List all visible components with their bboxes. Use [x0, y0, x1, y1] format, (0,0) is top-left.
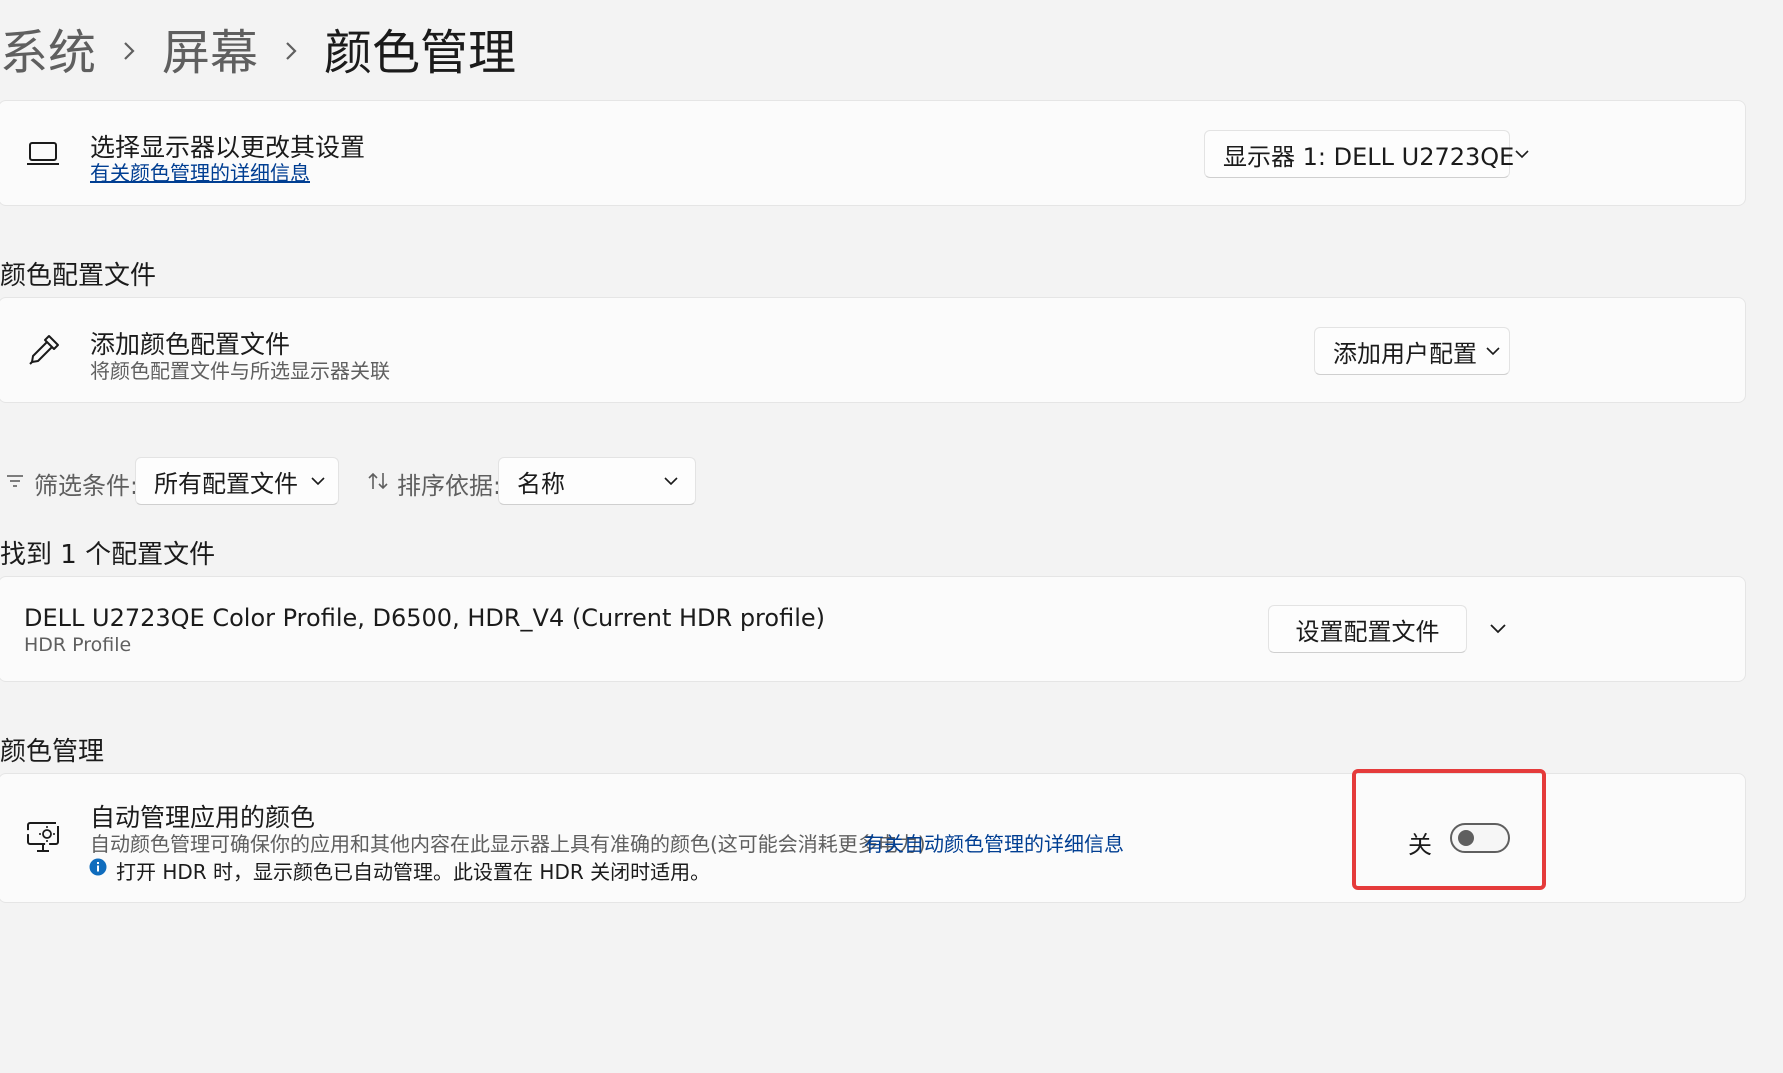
- profiles-found-count: 找到 1 个配置文件: [0, 540, 216, 570]
- auto-color-management-details-link[interactable]: 有关自动颜色管理的详细信息: [864, 828, 1124, 857]
- breadcrumb-item-current: 颜色管理: [324, 25, 517, 81]
- highlight-annotation: [1352, 769, 1546, 890]
- chevron-down-icon: [1514, 149, 1530, 159]
- add-profile-subtitle: 将颜色配置文件与所选显示器关联: [90, 359, 390, 383]
- eyedropper-icon: [24, 330, 64, 370]
- profile-name: DELL U2723QE Color Profile, D6500, HDR_V…: [24, 604, 825, 632]
- chevron-down-icon: [647, 476, 695, 486]
- auto-manage-description: 自动颜色管理可确保你的应用和其他内容在此显示器上具有准确的颜色(这可能会消耗更多…: [90, 832, 926, 856]
- chevron-down-icon: [298, 476, 338, 486]
- display-dropdown[interactable]: 显示器 1: DELL U2723QE: [1204, 130, 1529, 178]
- breadcrumb-item-display[interactable]: 屏幕: [162, 13, 258, 83]
- set-profile-button[interactable]: 设置配置文件: [1268, 605, 1467, 653]
- filter-dropdown-value: 所有配置文件: [154, 469, 298, 498]
- color-management-details-link[interactable]: 有关颜色管理的详细信息: [90, 157, 310, 186]
- section-title-color-management: 颜色管理: [0, 737, 105, 767]
- add-user-profile-label: 添加用户配置: [1333, 339, 1477, 368]
- laptop-icon: [24, 138, 62, 170]
- chevron-down-icon: [1477, 346, 1509, 356]
- breadcrumb: 系统 屏幕 颜色管理: [0, 12, 516, 84]
- chevron-right-icon: [96, 20, 162, 76]
- color-display-icon: [24, 818, 64, 858]
- sort-icon: [366, 469, 390, 493]
- profile-type: HDR Profile: [24, 634, 132, 656]
- hdr-info-text: 打开 HDR 时，显示颜色已自动管理。此设置在 HDR 关闭时适用。: [116, 860, 711, 884]
- add-user-profile-button[interactable]: 添加用户配置: [1314, 327, 1510, 375]
- sort-label: 排序依据:: [397, 472, 502, 500]
- expand-chevron-icon[interactable]: [1480, 615, 1516, 643]
- info-icon: [89, 858, 107, 876]
- section-title-color-profiles: 颜色配置文件: [0, 261, 157, 291]
- sort-dropdown[interactable]: 名称: [498, 457, 696, 505]
- display-dropdown-value: 显示器 1: DELL U2723QE: [1223, 142, 1515, 171]
- filter-dropdown[interactable]: 所有配置文件: [135, 457, 339, 505]
- filter-label: 筛选条件:: [34, 472, 139, 500]
- chevron-right-icon: [258, 20, 324, 76]
- breadcrumb-item-system[interactable]: 系统: [0, 13, 96, 83]
- sort-dropdown-value: 名称: [517, 469, 565, 498]
- filter-icon: [4, 470, 26, 492]
